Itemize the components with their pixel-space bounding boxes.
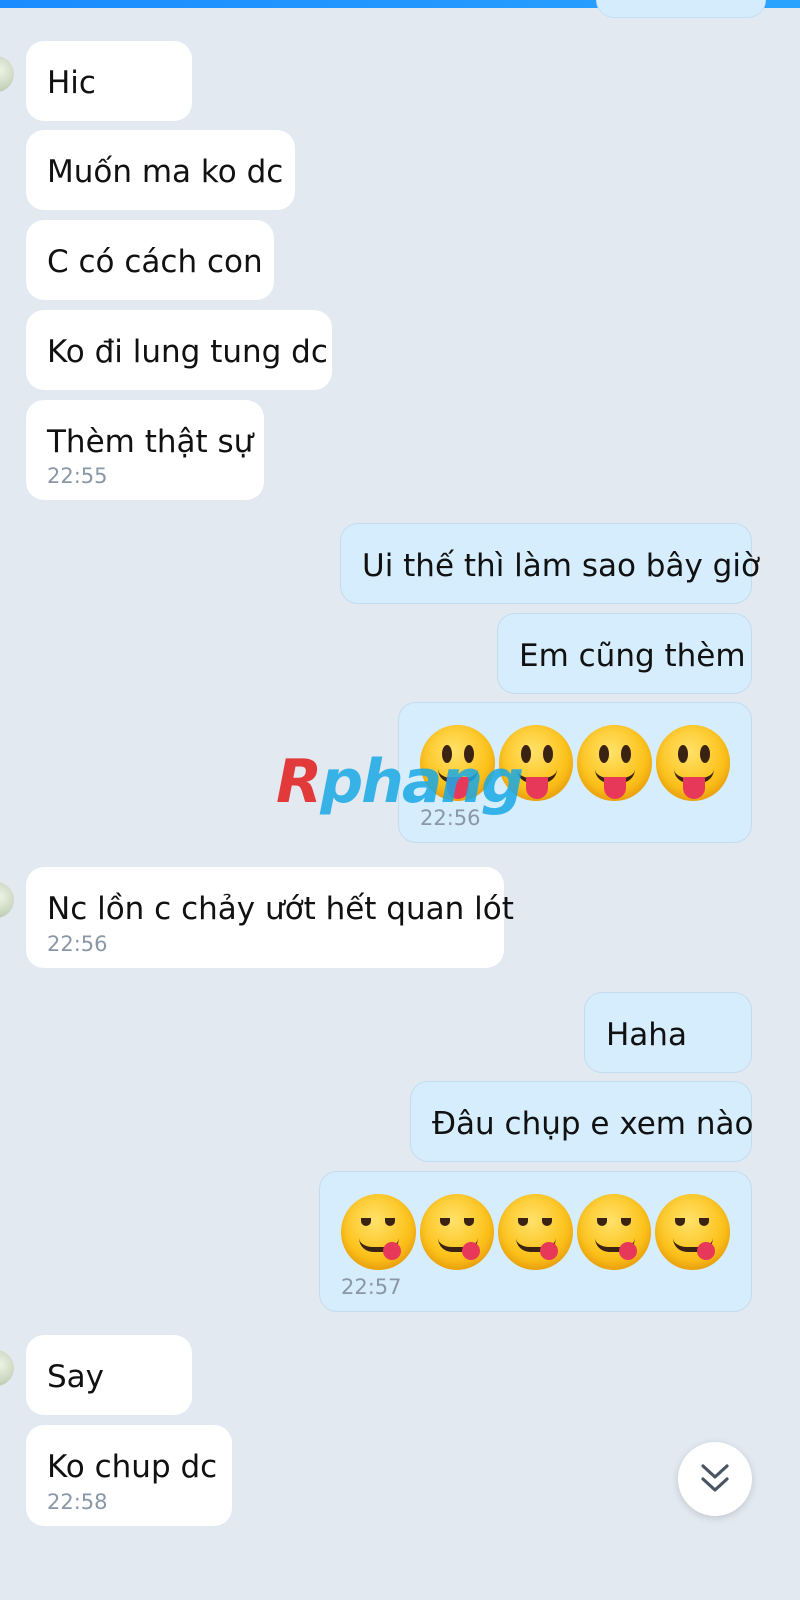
outgoing-message[interactable]: Em cũng thèm (497, 613, 752, 694)
incoming-message[interactable]: Thèm thật sự 22:55 (26, 400, 264, 500)
incoming-message[interactable]: Say (26, 1335, 192, 1415)
scroll-to-bottom-button[interactable] (678, 1442, 752, 1516)
message-text: Hic (47, 65, 96, 101)
incoming-message[interactable]: C có cách con (26, 220, 274, 300)
message-text: Say (47, 1359, 105, 1395)
message-text: Đâu chụp e xem nào (432, 1106, 754, 1142)
message-text: Nc lồn c chảy ướt hết quan lót (47, 891, 514, 927)
message-time: 22:56 (47, 932, 108, 956)
outgoing-message[interactable]: Đâu chụp e xem nào (410, 1081, 754, 1162)
message-text: Ko chup dc (47, 1449, 218, 1485)
message-text: Thèm thật sự (47, 424, 254, 460)
face-savoring-food-icon (419, 1194, 495, 1270)
face-savoring-food-icon (576, 1194, 652, 1270)
outgoing-message[interactable]: Ui thế thì làm sao bây giờ (340, 523, 760, 604)
emoji-row (341, 1194, 730, 1270)
outgoing-emoji-message[interactable]: 22:57 (319, 1171, 752, 1312)
incoming-message[interactable]: Ko đi lung tung dc (26, 310, 332, 390)
message-text: C có cách con (47, 244, 263, 280)
message-text: Haha (606, 1017, 687, 1053)
previous-message-bubble[interactable] (596, 0, 766, 18)
message-time: 22:57 (341, 1275, 402, 1299)
face-savoring-food-icon (341, 1194, 416, 1270)
contact-avatar[interactable] (0, 1350, 14, 1386)
watermark-logo: Rphang (276, 747, 524, 817)
outgoing-message[interactable]: Haha (584, 992, 752, 1073)
stuck-out-tongue-face-icon (577, 725, 652, 801)
message-text: Ui thế thì làm sao bây giờ (362, 548, 760, 584)
message-time: 22:55 (47, 464, 108, 488)
message-text: Em cũng thèm (519, 638, 746, 674)
message-text: Muốn ma ko dc (47, 154, 284, 190)
incoming-message[interactable]: Muốn ma ko dc (26, 130, 295, 210)
contact-avatar[interactable] (0, 882, 14, 918)
incoming-message[interactable]: Ko chup dc 22:58 (26, 1425, 232, 1526)
incoming-message[interactable]: Hic (26, 41, 192, 121)
message-text: Ko đi lung tung dc (47, 334, 328, 370)
face-savoring-food-icon (655, 1194, 730, 1270)
stuck-out-tongue-face-icon (655, 725, 730, 801)
double-chevron-down-icon (701, 1464, 729, 1492)
face-savoring-food-icon (498, 1194, 573, 1270)
message-time: 22:58 (47, 1490, 108, 1514)
incoming-message[interactable]: Nc lồn c chảy ướt hết quan lót 22:56 (26, 867, 514, 968)
contact-avatar[interactable] (0, 56, 14, 92)
